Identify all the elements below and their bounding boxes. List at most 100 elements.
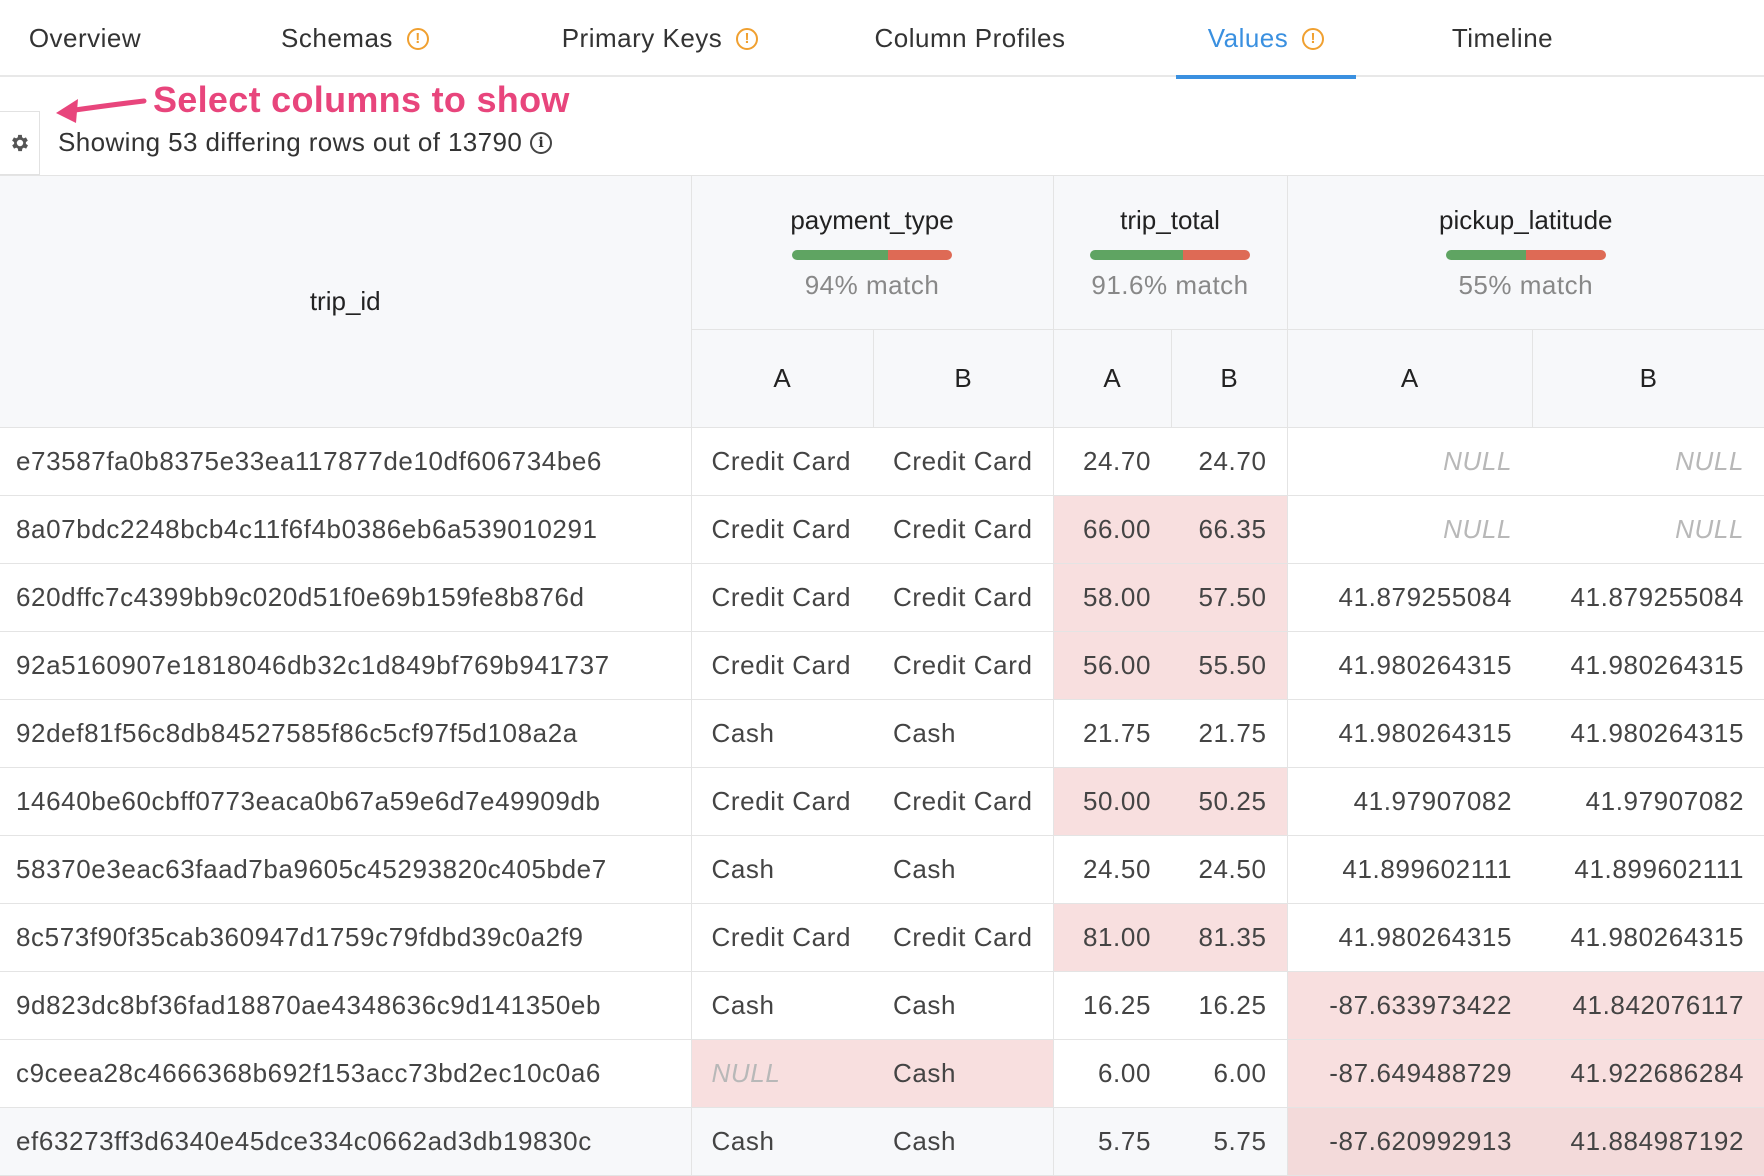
- payment-type-a-cell: Credit Card: [691, 767, 873, 836]
- table-row: 8c573f90f35cab360947d1759c79fdbd39c0a2f9…: [0, 903, 1764, 972]
- pickup-latitude-a-cell: -87.649488729: [1287, 1039, 1533, 1108]
- column-name: payment_type: [790, 204, 954, 235]
- pickup-latitude-b-cell: NULL: [1532, 427, 1764, 496]
- payment-type-b-cell: Credit Card: [873, 563, 1054, 632]
- trip-total-b-cell: 24.50: [1171, 835, 1288, 904]
- header-trip-id: trip_id: [0, 175, 692, 428]
- trip-total-b-cell: 21.75: [1171, 699, 1288, 768]
- trip-id-cell: 58370e3eac63faad7ba9605c45293820c405bde7: [0, 835, 692, 904]
- trip-total-a-cell: 6.00: [1053, 1039, 1172, 1108]
- payment-type-a-cell: Credit Card: [691, 903, 873, 972]
- pickup-latitude-b-cell: 41.842076117: [1532, 971, 1764, 1040]
- payment-type-a-cell: Cash: [691, 835, 873, 904]
- tab-label: Primary Keys: [561, 23, 723, 53]
- table-row: 9d823dc8bf36fad18870ae4348636c9d141350eb…: [0, 971, 1764, 1040]
- trip-id-cell: 9d823dc8bf36fad18870ae4348636c9d141350eb: [0, 971, 692, 1040]
- trip-id-cell: 8c573f90f35cab360947d1759c79fdbd39c0a2f9: [0, 903, 692, 972]
- payment-type-b-cell: Cash: [873, 1039, 1054, 1108]
- header-payment-type: payment_type 94% match: [691, 175, 1054, 330]
- trip-total-a-cell: 56.00: [1053, 631, 1172, 700]
- subheader-a: A: [691, 329, 874, 428]
- pickup-latitude-a-cell: NULL: [1287, 495, 1533, 564]
- trip-id-cell: c9ceea28c4666368b692f153acc73bd2ec10c0a6: [0, 1039, 692, 1108]
- table-row: 8a07bdc2248bcb4c11f6f4b0386eb6a539010291…: [0, 495, 1764, 564]
- subheader-a: A: [1053, 329, 1172, 428]
- warning-icon: !: [406, 27, 429, 50]
- payment-type-a-cell: Credit Card: [691, 563, 873, 632]
- subheader-a: A: [1287, 329, 1533, 428]
- pickup-latitude-a-cell: -87.620992913: [1287, 1107, 1533, 1176]
- subheader-b: B: [1532, 329, 1764, 428]
- trip-id-cell: 8a07bdc2248bcb4c11f6f4b0386eb6a539010291: [0, 495, 692, 564]
- trip-id-cell: 92a5160907e1818046db32c1d849bf769b941737: [0, 631, 692, 700]
- tab-overview[interactable]: Overview: [0, 0, 170, 77]
- arrow-icon: [56, 98, 147, 123]
- payment-type-b-cell: Cash: [873, 1107, 1054, 1176]
- trip-total-a-cell: 24.50: [1053, 835, 1172, 904]
- trip-total-a-cell: 24.70: [1053, 427, 1172, 496]
- payment-type-a-cell: Credit Card: [691, 427, 873, 496]
- trip-id-cell: 14640be60cbff0773eaca0b67a59e6d7e49909db: [0, 767, 692, 836]
- trip-total-b-cell: 16.25: [1171, 971, 1288, 1040]
- tab-label: Timeline: [1451, 23, 1554, 53]
- pickup-latitude-a-cell: -87.633973422: [1287, 971, 1533, 1040]
- match-percent: 94% match: [804, 269, 940, 300]
- payment-type-b-cell: Credit Card: [873, 767, 1054, 836]
- values-toolbar: Select columns to show Showing 53 differ…: [0, 77, 1764, 175]
- payment-type-b-cell: Credit Card: [873, 427, 1054, 496]
- column-settings-button[interactable]: [0, 111, 40, 175]
- payment-type-b-cell: Credit Card: [873, 495, 1054, 564]
- pickup-latitude-a-cell: 41.899602111: [1287, 835, 1533, 904]
- payment-type-b-cell: Credit Card: [873, 903, 1054, 972]
- tab-label: Values: [1207, 23, 1289, 53]
- header-pickup-latitude: pickup_latitude 55% match: [1287, 175, 1764, 330]
- trip-total-a-cell: 5.75: [1053, 1107, 1172, 1176]
- trip-total-b-cell: 5.75: [1171, 1107, 1288, 1176]
- info-icon[interactable]: i: [530, 131, 553, 154]
- table-row: e73587fa0b8375e33ea117877de10df606734be6…: [0, 427, 1764, 496]
- trip-total-b-cell: 66.35: [1171, 495, 1288, 564]
- match-bar: [1090, 249, 1250, 260]
- table-row: 14640be60cbff0773eaca0b67a59e6d7e49909db…: [0, 767, 1764, 836]
- pickup-latitude-b-cell: 41.980264315: [1532, 631, 1764, 700]
- trip-total-b-cell: 24.70: [1171, 427, 1288, 496]
- subheader-b: B: [1171, 329, 1288, 428]
- trip-id-cell: ef63273ff3d6340e45dce334c0662ad3db19830c: [0, 1107, 692, 1176]
- warning-icon: !: [1302, 27, 1325, 50]
- pickup-latitude-b-cell: 41.980264315: [1532, 699, 1764, 768]
- tab-label: Overview: [28, 23, 142, 53]
- payment-type-a-cell: Credit Card: [691, 631, 873, 700]
- match-bar: [792, 249, 952, 260]
- payment-type-a-cell: Cash: [691, 971, 873, 1040]
- trip-total-b-cell: 55.50: [1171, 631, 1288, 700]
- pickup-latitude-b-cell: NULL: [1532, 495, 1764, 564]
- tab-primary-keys[interactable]: Primary Keys!: [545, 0, 775, 77]
- trip-id-cell: 620dffc7c4399bb9c020d51f0e69b159fe8b876d: [0, 563, 692, 632]
- tab-schemas[interactable]: Schemas!: [255, 0, 455, 77]
- pickup-latitude-a-cell: 41.980264315: [1287, 631, 1533, 700]
- table-body: e73587fa0b8375e33ea117877de10df606734be6…: [0, 427, 1764, 1176]
- payment-type-b-cell: Cash: [873, 699, 1054, 768]
- table-row: c9ceea28c4666368b692f153acc73bd2ec10c0a6…: [0, 1039, 1764, 1108]
- rows-summary: Showing 53 differing rows out of 13790 i: [58, 127, 553, 158]
- pickup-latitude-a-cell: 41.97907082: [1287, 767, 1533, 836]
- payment-type-a-cell: Credit Card: [691, 495, 873, 564]
- column-name: trip_total: [1120, 204, 1220, 235]
- trip-id-cell: e73587fa0b8375e33ea117877de10df606734be6: [0, 427, 692, 496]
- tab-timeline[interactable]: Timeline: [1440, 0, 1565, 77]
- trip-total-b-cell: 6.00: [1171, 1039, 1288, 1108]
- trip-total-b-cell: 81.35: [1171, 903, 1288, 972]
- tab-bar: Overview Schemas! Primary Keys! Column P…: [0, 0, 1764, 79]
- tab-column-profiles[interactable]: Column Profiles: [860, 0, 1080, 77]
- annotation-callout: Select columns to show: [153, 79, 570, 120]
- table-row: ef63273ff3d6340e45dce334c0662ad3db19830c…: [0, 1107, 1764, 1176]
- payment-type-a-cell: Cash: [691, 699, 873, 768]
- trip-total-b-cell: 50.25: [1171, 767, 1288, 836]
- payment-type-b-cell: Credit Card: [873, 631, 1054, 700]
- pickup-latitude-a-cell: 41.879255084: [1287, 563, 1533, 632]
- payment-type-b-cell: Cash: [873, 971, 1054, 1040]
- pickup-latitude-b-cell: 41.97907082: [1532, 767, 1764, 836]
- tab-values[interactable]: Values!: [1176, 0, 1356, 79]
- trip-total-a-cell: 21.75: [1053, 699, 1172, 768]
- column-name: pickup_latitude: [1439, 204, 1613, 235]
